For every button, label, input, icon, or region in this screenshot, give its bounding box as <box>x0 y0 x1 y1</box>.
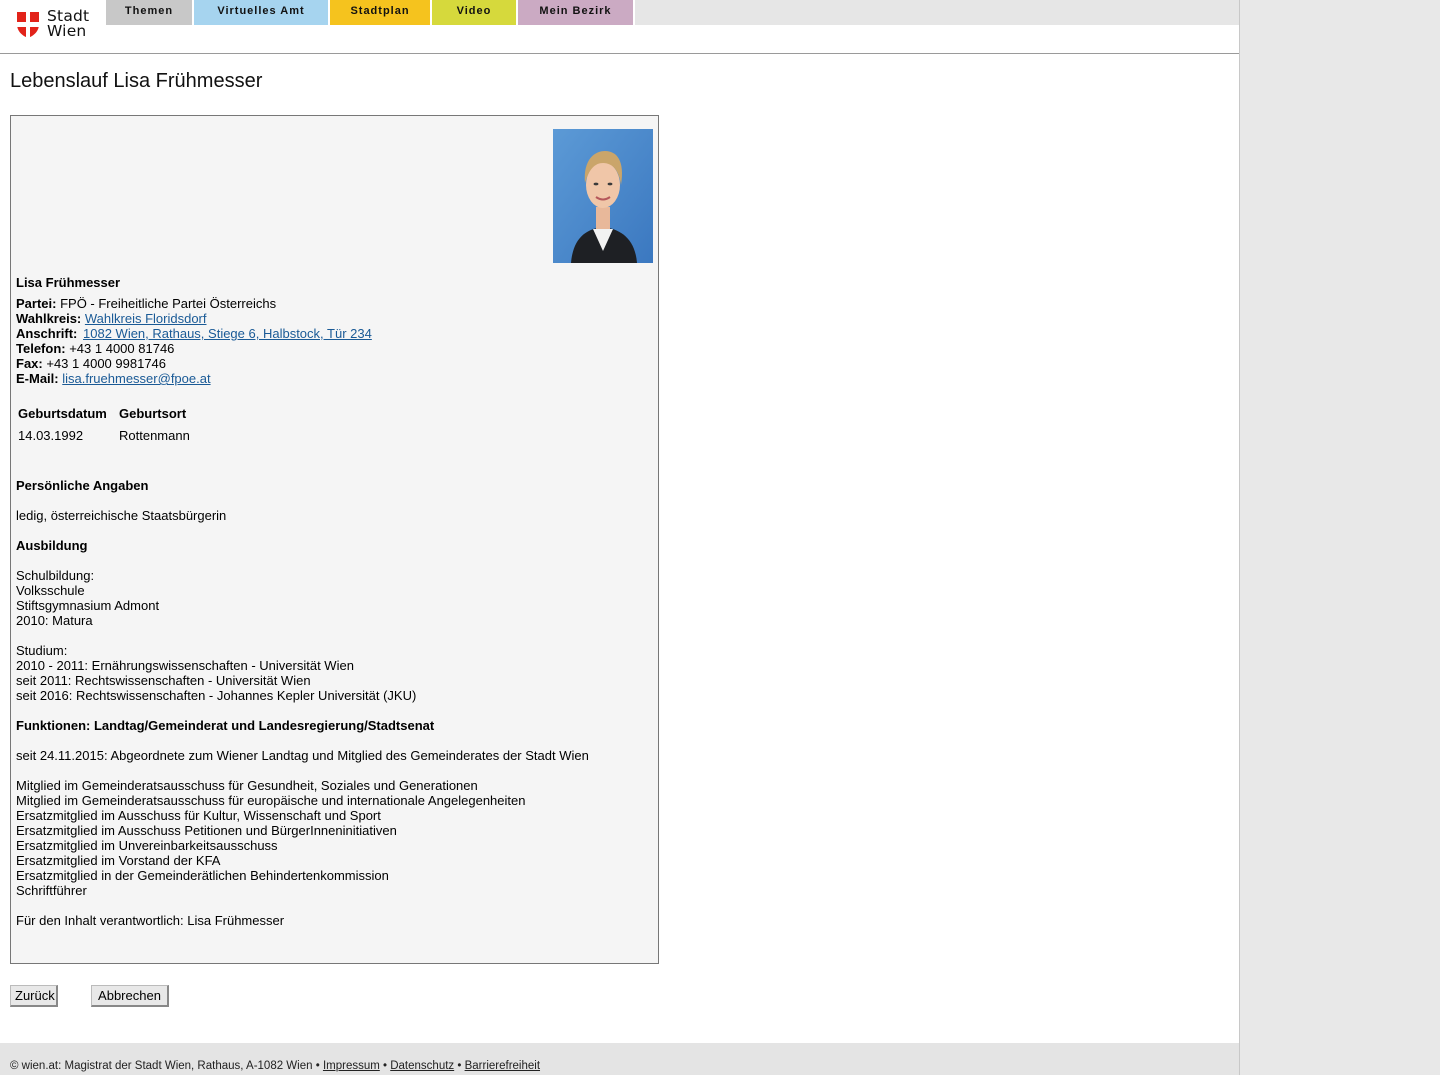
footer-link-barrierefreiheit[interactable]: Barrierefreiheit <box>465 1060 540 1072</box>
logo-text: Stadt Wien <box>47 8 89 40</box>
page-title: Lebenslauf Lisa Frühmesser <box>10 70 263 92</box>
nav-tab-virtuelles-amt[interactable]: Virtuelles Amt <box>194 0 330 25</box>
field-email: E-Mail: lisa.fruehmesser@fpoe.at <box>16 371 211 386</box>
page-container: Stadt Wien Themen Virtuelles Amt Stadtpl… <box>0 0 1240 1075</box>
study-line: seit 2016: Rechtswissenschaften - Johann… <box>16 688 417 703</box>
function-line: Ersatzmitglied im Ausschuss für Kultur, … <box>16 808 381 823</box>
fax-value: +43 1 4000 9981746 <box>46 356 167 371</box>
wahlkreis-label: Wahlkreis: <box>16 311 82 326</box>
partei-value: FPÖ - Freiheitliche Partei Österreichs <box>60 296 277 311</box>
footer-copyright: © wien.at: Magistrat der Stadt Wien, Rat… <box>10 1060 313 1072</box>
logo-line-2: Wien <box>47 22 87 40</box>
anschrift-label: Anschrift: <box>16 326 78 341</box>
footer-link-impressum[interactable]: Impressum <box>323 1060 380 1072</box>
nav-tab-mein-bezirk[interactable]: Mein Bezirk <box>518 0 635 25</box>
function-line: Schriftführer <box>16 883 87 898</box>
functions-heading: Funktionen: Landtag/Gemeinderat und Land… <box>16 718 435 733</box>
cancel-button[interactable]: Abbrechen <box>91 985 169 1007</box>
function-line: Ersatzmitglied im Unvereinbarkeitsaussch… <box>16 838 278 853</box>
birth-date-value: 14.03.1992 <box>18 428 84 443</box>
email-label: E-Mail: <box>16 371 59 386</box>
telefon-label: Telefon: <box>16 341 66 356</box>
nav-tab-stadtplan[interactable]: Stadtplan <box>330 0 432 25</box>
vienna-shield-icon <box>17 12 39 38</box>
portrait-photo <box>553 129 653 263</box>
anschrift-link[interactable]: 1082 Wien, Rathaus, Stiege 6, Halbstock,… <box>83 326 372 341</box>
function-line: Mitglied im Gemeinderatsausschuss für Ge… <box>16 778 478 793</box>
stadt-wien-logo[interactable]: Stadt Wien <box>16 8 96 43</box>
nav-tab-themen[interactable]: Themen <box>106 0 194 25</box>
function-line: Ersatzmitglied in der Gemeinderätlichen … <box>16 868 389 883</box>
responsible-note: Für den Inhalt verantwortlich: Lisa Früh… <box>16 913 285 928</box>
telefon-value: +43 1 4000 81746 <box>69 341 175 356</box>
field-anschrift: Anschrift: 1082 Wien, Rathaus, Stiege 6,… <box>16 326 372 341</box>
school-line: Stiftsgymnasium Admont <box>16 598 160 613</box>
partei-label: Partei: <box>16 296 57 311</box>
education-heading: Ausbildung <box>16 538 88 553</box>
profile-name: Lisa Frühmesser <box>16 275 121 290</box>
main-navigation: Themen Virtuelles Amt Stadtplan Video Me… <box>106 0 1239 25</box>
email-link[interactable]: lisa.fruehmesser@fpoe.at <box>62 371 210 386</box>
field-telefon: Telefon: +43 1 4000 81746 <box>16 341 174 356</box>
back-button[interactable]: Zurück <box>10 985 58 1007</box>
study-line: Studium: <box>16 643 68 658</box>
personal-heading: Persönliche Angaben <box>16 478 149 493</box>
functions-intro: seit 24.11.2015: Abgeordnete zum Wiener … <box>16 748 589 763</box>
field-partei: Partei: FPÖ - Freiheitliche Partei Öster… <box>16 296 276 311</box>
fax-label: Fax: <box>16 356 43 371</box>
study-line: 2010 - 2011: Ernährungswissenschaften - … <box>16 658 354 673</box>
birth-table-header-date: Geburtsdatum <box>18 406 107 421</box>
profile-box: Lisa Frühmesser Partei: FPÖ - Freiheitli… <box>10 115 659 964</box>
field-wahlkreis: Wahlkreis: Wahlkreis Floridsdorf <box>16 311 207 326</box>
school-line: 2010: Matura <box>16 613 93 628</box>
footer-link-datenschutz[interactable]: Datenschutz <box>390 1060 454 1072</box>
wahlkreis-link[interactable]: Wahlkreis Floridsdorf <box>85 311 207 326</box>
personal-text: ledig, österreichische Staatsbürgerin <box>16 508 227 523</box>
nav-tab-video[interactable]: Video <box>432 0 518 25</box>
site-footer: © wien.at: Magistrat der Stadt Wien, Rat… <box>0 1043 1239 1075</box>
study-line: seit 2011: Rechtswissenschaften - Univer… <box>16 673 311 688</box>
function-line: Ersatzmitglied im Ausschuss Petitionen u… <box>16 823 397 838</box>
school-line: Volksschule <box>16 583 85 598</box>
birth-place-value: Rottenmann <box>119 428 190 443</box>
footer-separator: • <box>379 1060 391 1072</box>
function-line: Ersatzmitglied im Vorstand der KFA <box>16 853 221 868</box>
site-header: Stadt Wien Themen Virtuelles Amt Stadtpl… <box>0 0 1239 54</box>
field-fax: Fax: +43 1 4000 9981746 <box>16 356 166 371</box>
birth-table-header-place: Geburtsort <box>119 406 187 421</box>
function-line: Mitglied im Gemeinderatsausschuss für eu… <box>16 793 526 808</box>
footer-separator: • <box>454 1060 465 1072</box>
footer-separator: • <box>312 1060 323 1072</box>
school-line: Schulbildung: <box>16 568 95 583</box>
footer-content: © wien.at: Magistrat der Stadt Wien, Rat… <box>10 1060 540 1072</box>
